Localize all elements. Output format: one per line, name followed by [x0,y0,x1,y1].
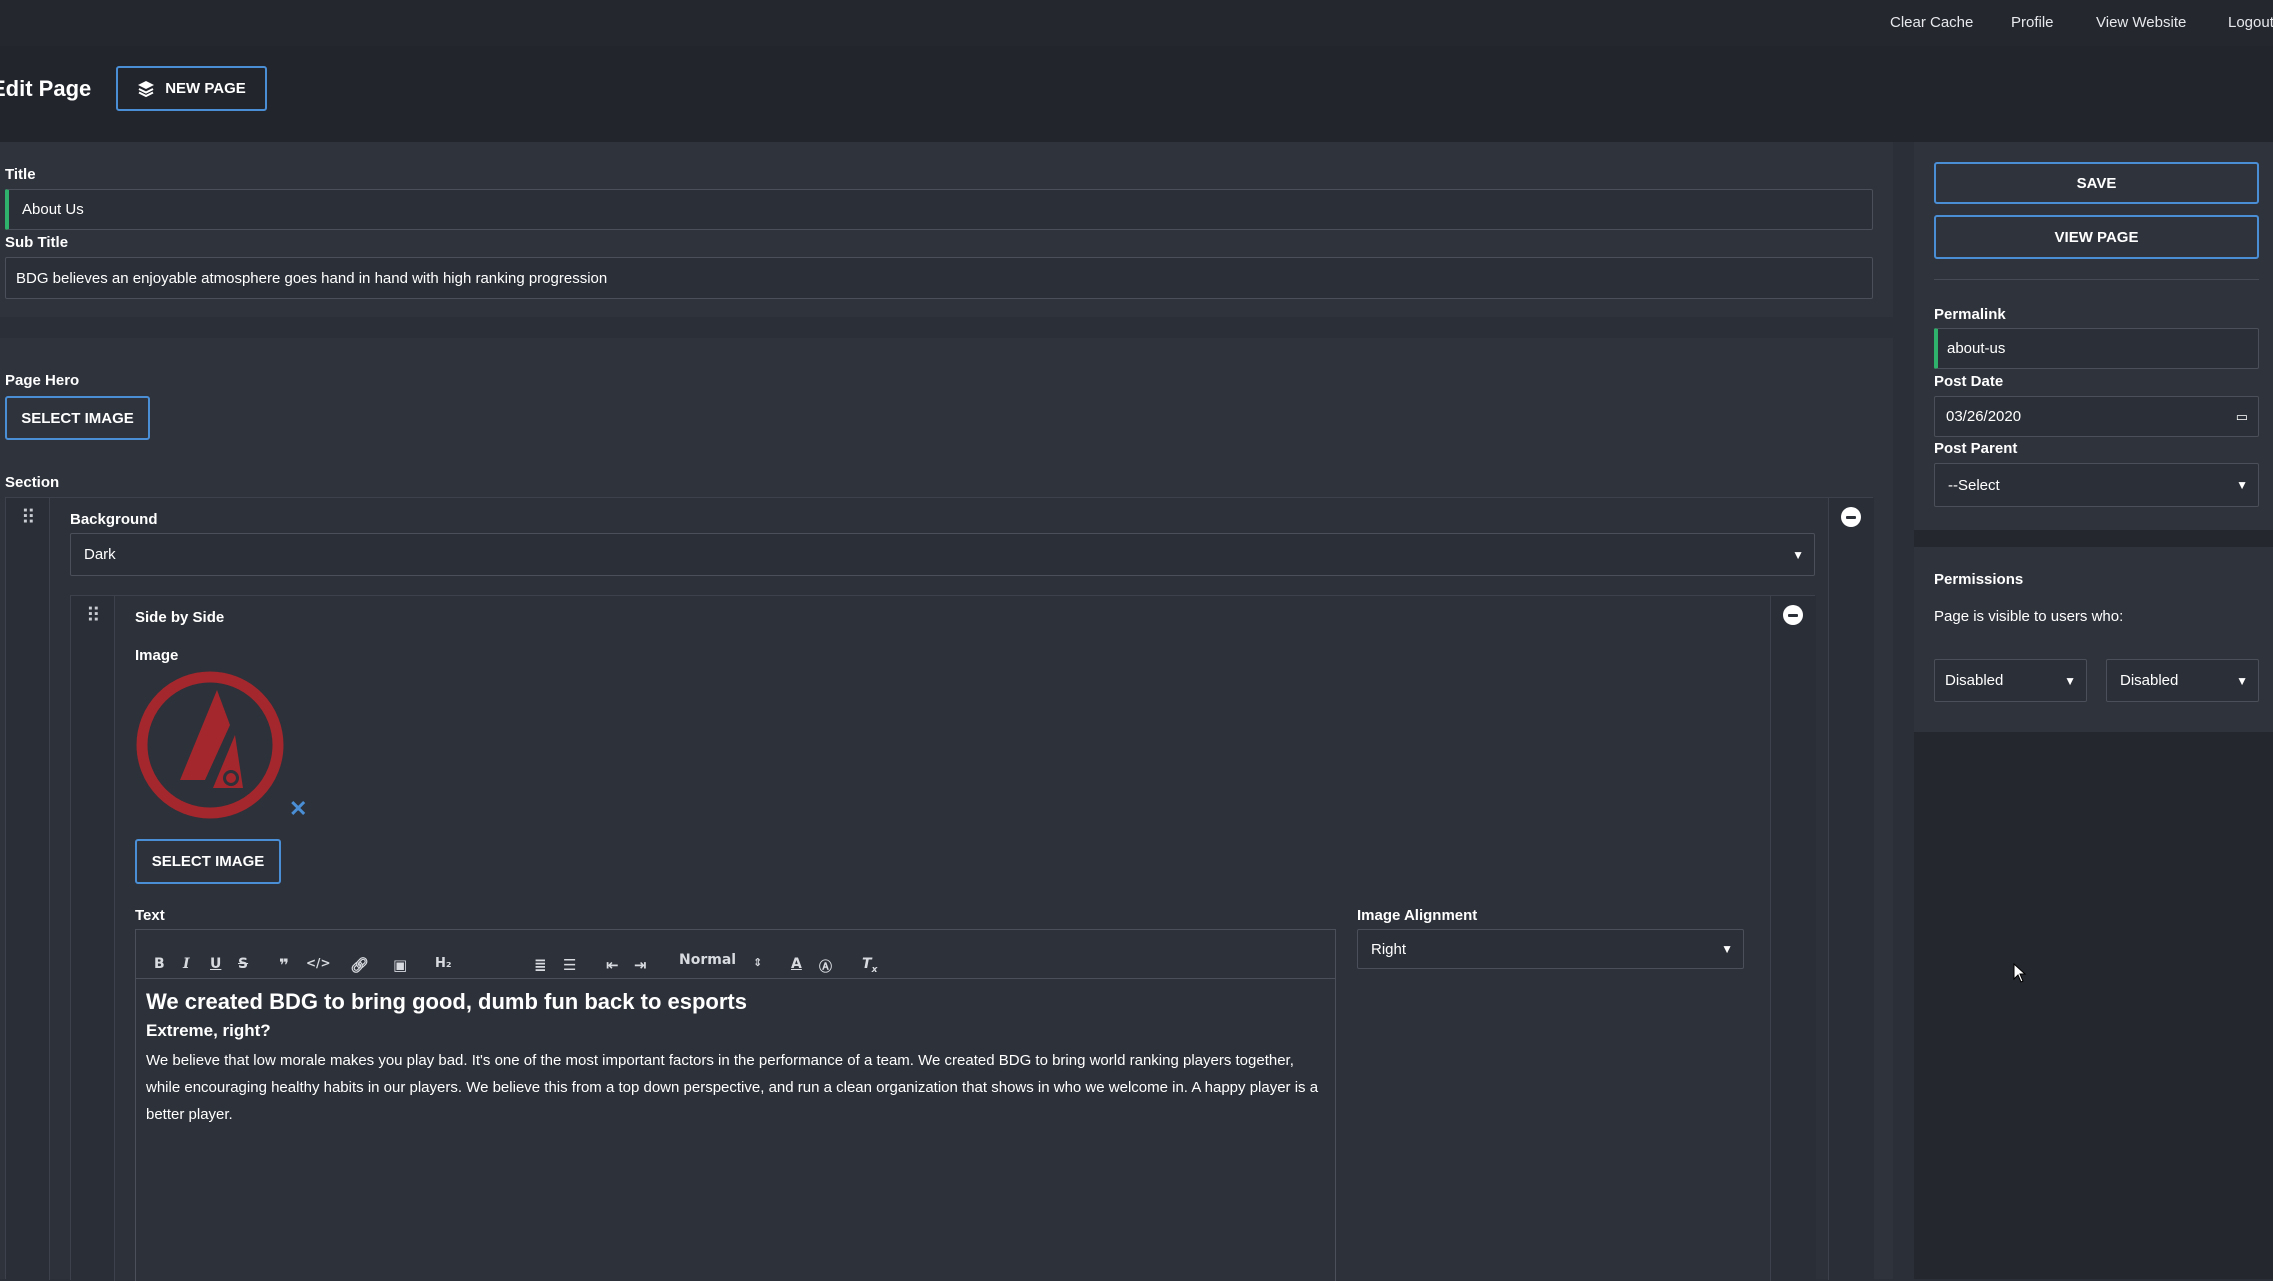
clear-cache-link[interactable]: Clear Cache [1890,14,1973,31]
editor-heading: We created BDG to bring good, dumb fun b… [146,989,747,1014]
profile-link[interactable]: Profile [2011,14,2054,31]
content-panel: Page Hero SELECT IMAGE Section ⠿ Backgro… [0,338,1893,1281]
view-page-button[interactable]: VIEW PAGE [1934,215,2259,259]
block-select-image-button[interactable]: SELECT IMAGE [135,839,281,884]
layers-icon [138,80,155,97]
indent-icon[interactable]: ⇥ [634,956,647,974]
rich-text-editor: We created BDG to bring good, dumb fun b… [135,929,1336,1281]
editor-paragraph: We believe that low morale makes you pla… [146,1052,1319,1123]
outdent-icon[interactable]: ⇤ [606,956,619,974]
new-page-button[interactable]: NEW PAGE [116,66,267,111]
permissions-text: Page is visible to users who: [1934,608,2124,625]
page-header: Edit Page NEW PAGE [0,46,2273,142]
title-panel: Title About Us Sub Title BDG believes an… [0,142,1893,317]
text-label: Text [135,907,165,924]
post-parent-value: --Select [1948,476,2000,494]
view-page-label: VIEW PAGE [2054,228,2139,246]
calendar-icon[interactable]: ▭ [2236,409,2248,425]
strike-icon[interactable]: S [238,956,248,972]
permission-select-1[interactable]: Disabled ▼ [1934,659,2087,702]
block-handle-column: ⠿ [71,596,115,1281]
subtitle-label: Sub Title [5,234,69,251]
subscript-heading-icon[interactable]: H₂ [435,956,452,971]
image-alignment-label: Image Alignment [1357,907,1478,924]
font-color-icon[interactable]: A [791,956,802,972]
title-input[interactable]: About Us [5,189,1873,230]
post-date-input[interactable]: 03/26/2020 ▭ [1934,396,2259,437]
subtitle-value: BDG believes an enjoyable atmosphere goe… [16,269,608,287]
post-date-value: 03/26/2020 [1946,408,2022,425]
page-hero-label: Page Hero [5,372,80,389]
save-label: SAVE [2076,174,2117,192]
format-select-arrows-icon[interactable]: ⇕ [753,956,762,969]
code-icon[interactable]: </> [306,956,331,970]
title-label: Title [5,166,36,183]
image-icon[interactable]: ▣ [393,956,407,974]
italic-icon[interactable]: I [183,956,190,972]
side-by-side-block: ⠿ Side by Side Image ✕ SELECT IMAGE Text… [70,595,1816,1281]
bdg-logo-image [136,671,284,819]
subtitle-input[interactable]: BDG believes an enjoyable atmosphere goe… [5,257,1873,299]
publish-panel: SAVE VIEW PAGE Permalink about-us Post D… [1914,142,2273,530]
section-action-column [1828,498,1874,1280]
permissions-panel: Permissions Page is visible to users who… [1914,547,2273,732]
view-website-link[interactable]: View Website [2096,14,2186,31]
permalink-label: Permalink [1934,306,2006,323]
background-label: Background [70,511,158,528]
top-bar: Clear Cache Profile View Website Logout [0,0,2273,46]
format-select[interactable]: Normal [679,952,736,968]
title-value: About Us [22,201,84,218]
editor-subheading: Extreme, right? [146,1021,271,1040]
block-action-column [1770,596,1816,1281]
mouse-cursor-icon [2013,963,2027,983]
new-page-label: NEW PAGE [165,80,246,97]
section-label: Section [5,474,60,491]
clear-format-icon[interactable]: Tx [862,956,877,975]
remove-section-icon[interactable] [1841,507,1861,527]
chevron-down-icon: ▼ [2064,673,2076,688]
chevron-down-icon: ▼ [1721,942,1733,956]
image-alignment-select[interactable]: Right ▼ [1357,929,1744,969]
bold-icon[interactable]: B [154,956,165,972]
permission-select-2[interactable]: Disabled ▼ [2106,659,2259,702]
chevron-down-icon: ▼ [1792,547,1804,562]
post-parent-select[interactable]: --Select ▼ [1934,463,2259,507]
section-handle-column: ⠿ [6,498,50,1280]
page-hero-select-image-button[interactable]: SELECT IMAGE [5,396,150,440]
save-button[interactable]: SAVE [1934,162,2259,204]
post-date-label: Post Date [1934,373,2004,390]
background-value: Dark [84,546,116,563]
format-select-value: Normal [679,952,737,968]
post-parent-label: Post Parent [1934,440,2018,457]
bullet-list-icon[interactable]: ☰ [563,956,576,974]
block-drag-handle-icon[interactable]: ⠿ [86,606,101,626]
image-label: Image [135,647,179,664]
permission-select-2-value: Disabled [2120,672,2179,689]
ordered-list-icon[interactable]: ≣ [534,956,547,974]
permissions-title: Permissions [1934,571,2024,588]
remove-block-icon[interactable] [1783,605,1803,625]
permalink-input[interactable]: about-us [1934,328,2259,369]
link-icon[interactable]: 🔗︎ [350,956,369,974]
logout-link[interactable]: Logout [2228,14,2273,31]
page-title: Edit Page [0,76,92,101]
block-select-image-label: SELECT IMAGE [151,853,265,870]
chevron-down-icon: ▼ [2236,478,2248,492]
remove-image-icon[interactable]: ✕ [289,796,307,822]
image-alignment-value: Right [1371,940,1407,958]
block-title: Side by Side [135,609,225,626]
section-box: ⠿ Background Dark ▼ ⠿ Side by Side Image [5,497,1874,1281]
blockquote-icon[interactable]: ❞ [279,956,289,976]
background-select[interactable]: Dark ▼ [70,533,1815,576]
background-color-icon[interactable]: Ⓐ [819,956,832,975]
divider [1934,279,2259,280]
section-drag-handle-icon[interactable]: ⠿ [21,508,36,528]
editor-content[interactable]: We created BDG to bring good, dumb fun b… [146,989,1326,1128]
permalink-value: about-us [1947,340,2006,357]
permission-select-1-value: Disabled [1945,672,2004,689]
chevron-down-icon: ▼ [2236,673,2248,688]
select-image-label: SELECT IMAGE [21,409,134,427]
underline-icon[interactable]: U [210,956,221,972]
